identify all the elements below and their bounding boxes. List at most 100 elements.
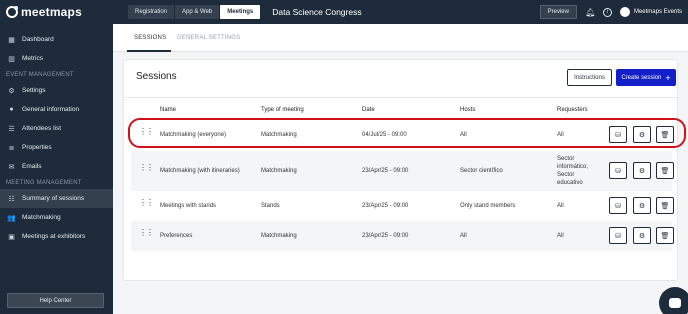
properties-icon: ≣ <box>8 144 15 152</box>
session-date: 23/Apr/25 - 09:00 <box>362 233 409 239</box>
highlight-annotation <box>128 118 686 148</box>
trash-icon: 🗑︎ <box>660 202 670 210</box>
sidebar-item-dashboard[interactable]: ▦ Dashboard <box>0 30 113 49</box>
session-type: Stands <box>261 203 280 209</box>
sidebar-item-label: Matchmaking <box>22 214 61 221</box>
session-requesters: All <box>557 233 564 239</box>
sidebar-item-label: Metrics <box>22 55 43 62</box>
top-tabs: Registration App & Web Meetings <box>128 5 261 19</box>
sidebar-item-settings[interactable]: ⚙ Settings <box>0 81 113 100</box>
delete-button[interactable]: 🗑︎ <box>656 197 674 214</box>
session-requesters: All <box>557 203 564 209</box>
table-row[interactable]: ⋮⋮ Matchmaking (with itineraries) Matchm… <box>131 151 674 191</box>
info-icon[interactable]: i <box>602 7 612 17</box>
table-row[interactable]: ⋮⋮ Preferences Matchmaking 23/Apr/25 - 0… <box>131 221 674 251</box>
create-session-button[interactable]: Create session + <box>616 69 676 86</box>
tab-meetings[interactable]: Meetings <box>220 5 261 19</box>
gear-icon: ⚙ <box>638 232 646 240</box>
delete-button[interactable]: 🗑︎ <box>656 227 674 244</box>
session-hosts: All <box>460 233 467 239</box>
settings-button[interactable]: ⚙ <box>633 227 651 244</box>
sidebar-item-label: General information <box>22 106 80 113</box>
sidebar-item-properties[interactable]: ≣ Properties <box>0 138 113 157</box>
preview-button[interactable]: Preview <box>539 5 577 19</box>
help-center-button[interactable]: Help Center <box>7 293 104 308</box>
sidebar-item-general-information[interactable]: ● General information <box>0 100 113 119</box>
list-icon: ☷ <box>8 195 15 203</box>
metrics-icon: ▥ <box>8 55 15 63</box>
top-bar-right: Preview 🔔︎ i Meetmaps Events <box>539 0 688 24</box>
gear-icon: ⚙ <box>638 167 646 175</box>
tab-registration[interactable]: Registration <box>128 5 175 19</box>
event-management-heading: EVENT MANAGEMENT <box>6 71 74 78</box>
exhibitors-icon: ▣ <box>8 233 15 241</box>
settings-button[interactable]: ⚙ <box>633 197 651 214</box>
sidebar-item-attendees-list[interactable]: ☰ Attendees list <box>0 119 113 138</box>
database-button[interactable]: ⛁ <box>609 197 627 214</box>
sidebar-item-label: Properties <box>22 144 52 151</box>
sidebar-item-label: Attendees list <box>22 125 62 132</box>
divider <box>124 97 677 98</box>
column-header-type: Type of meeting <box>261 107 304 113</box>
sidebar-item-label: Emails <box>22 163 42 170</box>
session-name: Preferences <box>160 233 193 239</box>
top-bar: Registration App & Web Meetings Data Sci… <box>113 0 688 24</box>
sidebar-item-meetings-at-exhibitors[interactable]: ▣ Meetings at exhibitors <box>0 227 113 246</box>
drag-handle-icon[interactable]: ⋮⋮ <box>139 199 154 207</box>
table-row[interactable]: ⋮⋮ Meetings with stands Stands 23/Apr/25… <box>131 191 674 221</box>
column-header-requesters: Requesters <box>557 107 588 113</box>
dashboard-icon: ▦ <box>8 36 15 44</box>
delete-button[interactable]: 🗑︎ <box>656 162 674 179</box>
session-date: 23/Apr/25 - 09:00 <box>362 168 409 174</box>
drag-handle-icon[interactable]: ⋮⋮ <box>139 164 154 172</box>
sidebar-item-label: Dashboard <box>22 36 54 43</box>
session-type: Matchmaking <box>261 233 297 239</box>
session-hosts: Sector científico <box>460 168 503 174</box>
session-name: Meetings with stands <box>160 203 217 209</box>
tab-general-settings[interactable]: GENERAL SETTINGS <box>177 35 240 41</box>
session-hosts: Only stand members <box>460 203 516 209</box>
sidebar-item-emails[interactable]: ✉ Emails <box>0 157 113 176</box>
drag-handle-icon[interactable]: ⋮⋮ <box>139 229 154 237</box>
database-icon: ⛁ <box>615 202 621 210</box>
attendees-icon: ☰ <box>8 125 15 133</box>
instructions-button[interactable]: Instructions <box>567 69 612 86</box>
gear-icon: ⚙ <box>638 202 646 210</box>
avatar[interactable] <box>619 7 630 17</box>
subtabs: SESSIONS GENERAL SETTINGS <box>113 24 688 52</box>
column-header-date: Date <box>362 107 375 113</box>
column-header-hosts: Hosts <box>460 107 476 113</box>
session-date: 23/Apr/25 - 09:00 <box>362 203 409 209</box>
chat-icon <box>669 298 681 308</box>
sidebar-item-label: Settings <box>22 87 46 94</box>
meetmaps-logo-icon <box>6 6 18 18</box>
session-type: Matchmaking <box>261 168 297 174</box>
brand-name: meetmaps <box>21 5 82 19</box>
session-name: Matchmaking (with itineraries) <box>160 168 240 174</box>
chat-button[interactable] <box>659 287 688 314</box>
settings-button[interactable]: ⚙ <box>633 162 651 179</box>
column-header-name: Name <box>160 107 177 113</box>
session-requesters: Sector informático, Sector educativo <box>557 156 589 186</box>
sidebar: meetmaps ▦ Dashboard ▥ Metrics EVENT MAN… <box>0 0 113 314</box>
sidebar-item-matchmaking[interactable]: 👥 Matchmaking <box>0 208 113 227</box>
event-title: Data Science Congress <box>272 7 362 17</box>
database-button[interactable]: ⛁ <box>609 227 627 244</box>
meeting-management-heading: MEETING MANAGEMENT <box>6 179 82 186</box>
gear-icon: ⚙ <box>8 87 15 95</box>
plus-icon: + <box>665 72 671 83</box>
sidebar-item-label: Summary of sessions <box>22 195 85 202</box>
tab-app-web[interactable]: App & Web <box>175 5 220 19</box>
sidebar-item-summary-of-sessions[interactable]: ☷ Summary of sessions <box>0 189 113 208</box>
email-icon: ✉ <box>8 163 15 171</box>
info-icon: ● <box>9 106 14 113</box>
tab-sessions[interactable]: SESSIONS <box>134 35 166 41</box>
database-button[interactable]: ⛁ <box>609 162 627 179</box>
trash-icon: 🗑︎ <box>660 232 670 240</box>
brand-logo[interactable]: meetmaps <box>0 0 113 24</box>
sidebar-item-metrics[interactable]: ▥ Metrics <box>0 49 113 68</box>
user-name[interactable]: Meetmaps Events <box>634 9 682 15</box>
bell-icon[interactable]: 🔔︎ <box>585 8 595 17</box>
active-tab-indicator <box>127 50 171 52</box>
page-title: Sessions <box>136 71 177 82</box>
